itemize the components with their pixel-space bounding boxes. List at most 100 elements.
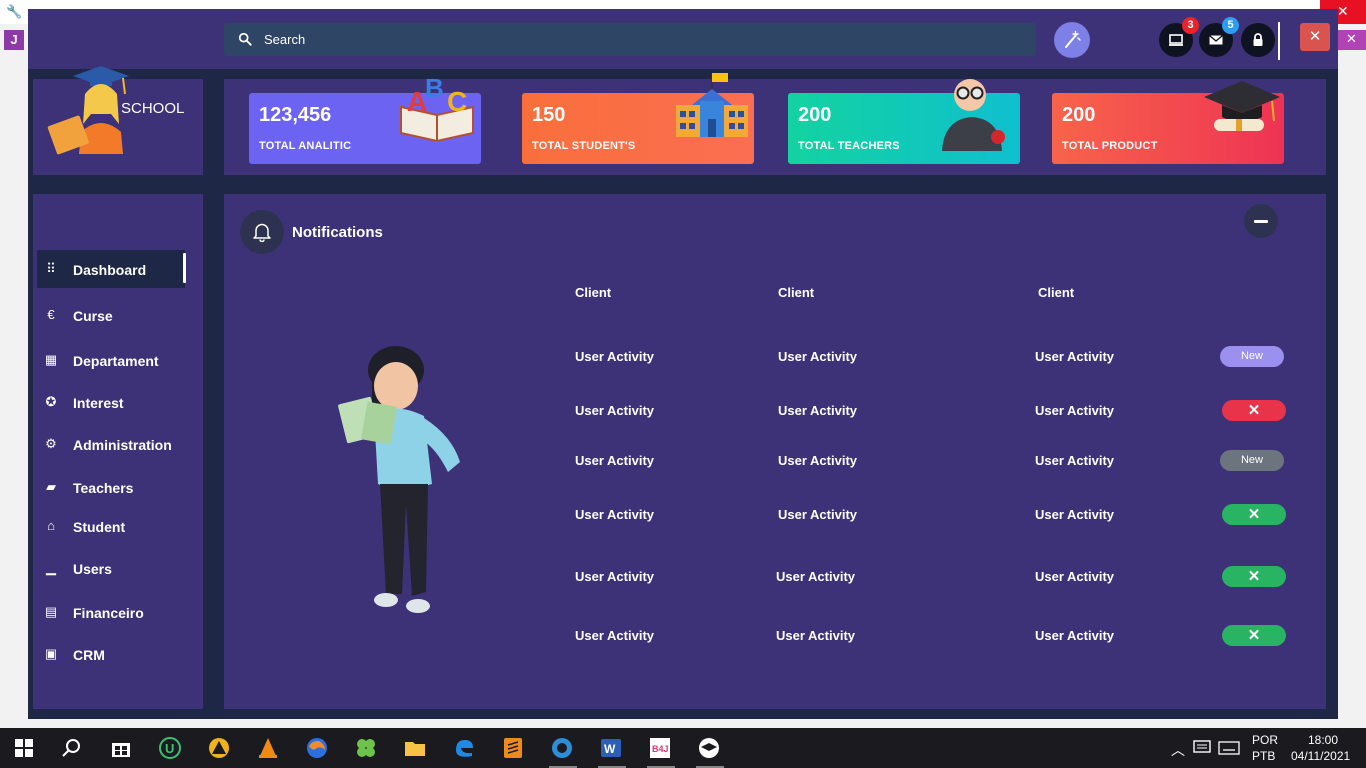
table-cell: User Activity (1035, 507, 1114, 522)
active-indicator (183, 253, 186, 283)
table-cell: User Activity (575, 628, 654, 643)
table-cell: User Activity (575, 507, 654, 522)
stat-label: TOTAL STUDENT'S (532, 140, 636, 152)
sidebar-item-departament[interactable]: ▦ Departament (37, 341, 185, 379)
keyboard-icon[interactable] (1218, 741, 1240, 755)
ultraedit-icon[interactable]: U (158, 736, 182, 760)
stat-card-students[interactable]: 150 TOTAL STUDENT'S (522, 73, 754, 164)
chevron-up-icon[interactable]: ︿ (1171, 740, 1185, 760)
stat-card-analitic[interactable]: 123,456 TOTAL ANALITIC A B C (249, 73, 481, 164)
store-icon[interactable] (109, 736, 133, 760)
search-input[interactable]: Search (224, 23, 1036, 56)
teacher-icon (942, 79, 1005, 151)
university-icon: ⌂ (47, 518, 55, 533)
stat-card-teachers[interactable]: 200 TOTAL TEACHERS (788, 79, 1020, 164)
grid-icon: ⠿ (46, 261, 56, 276)
windows-start-icon[interactable] (12, 736, 36, 760)
stat-card-product[interactable]: 200 TOTAL PRODUCT (1052, 81, 1284, 164)
abc-book-icon: A B C (400, 73, 474, 141)
edge-icon[interactable] (452, 736, 476, 760)
collapse-button[interactable] (1244, 204, 1278, 238)
signal-icon: ▁ (46, 560, 56, 575)
windows-taskbar: U W B4J ︿ POR PTB 18:00 04/11/2021 (0, 728, 1366, 768)
gears-icon: ⚙ (45, 436, 57, 451)
sidebar-item-dashboard[interactable]: ⠿ Dashboard (37, 250, 185, 288)
bell-button[interactable] (240, 210, 284, 254)
search-icon (238, 32, 252, 46)
sublime-icon[interactable] (501, 736, 525, 760)
status-badge-close-icon[interactable]: ✕ (1222, 625, 1286, 646)
sidebar-item-student[interactable]: ⌂ Student (37, 507, 185, 545)
search-placeholder: Search (264, 32, 306, 47)
background-window-right-strip (1336, 24, 1366, 724)
column-header-client: Client (1038, 285, 1075, 300)
table-cell: User Activity (1035, 628, 1114, 643)
firefox-icon[interactable] (305, 736, 329, 760)
stat-label: TOTAL ANALITIC (259, 140, 352, 152)
notifications-badge: 3 (1182, 17, 1199, 34)
stat-value: 123,456 (259, 104, 332, 126)
wrench-icon: 🔧 (6, 4, 23, 19)
sidebar-item-label: Curse (73, 308, 113, 324)
word-icon[interactable]: W (599, 736, 623, 760)
table-cell: User Activity (1035, 403, 1114, 418)
status-badge-close-icon[interactable]: ✕ (1222, 566, 1286, 587)
table-cell: User Activity (778, 403, 857, 418)
notes-icon[interactable] (1193, 740, 1211, 756)
table-cell: User Activity (575, 349, 654, 364)
sidebar-item-interest[interactable]: ✪ Interest (37, 383, 185, 421)
sidebar-item-label: CRM (73, 647, 105, 663)
svg-text:U: U (165, 741, 174, 756)
language-indicator[interactable]: POR (1252, 733, 1278, 747)
status-badge-close-icon[interactable]: ✕ (1222, 504, 1286, 525)
graduation-app-icon[interactable] (697, 736, 721, 760)
b4j-icon[interactable]: B4J (648, 736, 672, 760)
notifications-button[interactable]: 3 (1159, 17, 1199, 57)
table-cell: User Activity (778, 507, 857, 522)
stat-value: 150 (532, 104, 566, 126)
messages-badge: 5 (1222, 17, 1239, 34)
stat-label: TOTAL TEACHERS (798, 140, 900, 152)
table-cell: User Activity (776, 569, 855, 584)
briefcase-icon: ▣ (44, 646, 58, 661)
sidebar-item-label: Student (73, 519, 126, 535)
status-badge-close-icon[interactable]: ✕ (1222, 400, 1286, 421)
logo-panel: SCHOOL (33, 66, 203, 175)
sidebar-item-teachers[interactable]: ▰ Teachers (37, 468, 185, 506)
notifications-title: Notifications (292, 224, 383, 241)
wand-icon (1065, 30, 1081, 48)
lock-button[interactable] (1241, 23, 1275, 57)
clock-date[interactable]: 04/11/2021 (1291, 749, 1350, 763)
table-cell: User Activity (575, 453, 654, 468)
vlc-icon[interactable] (256, 736, 280, 760)
search-icon[interactable] (60, 736, 84, 760)
folder-icon[interactable] (403, 736, 427, 760)
status-badge-new[interactable]: New (1220, 346, 1284, 367)
header-divider (1278, 22, 1280, 60)
folder-icon: ▰ (46, 479, 56, 494)
sidebar: ⠿ Dashboard € Curse ▦ Departament ✪ Inte… (33, 194, 203, 709)
warning-app-icon[interactable] (207, 736, 231, 760)
chrome-like-icon[interactable] (550, 736, 574, 760)
sidebar-item-curse[interactable]: € Curse (37, 296, 185, 334)
notifications-panel: Notifications Client Client Client User … (224, 194, 1326, 709)
status-badge-new[interactable]: New (1220, 450, 1284, 471)
magic-wand-button[interactable] (1054, 22, 1090, 58)
stats-band: 123,456 TOTAL ANALITIC A B C 150 TOTAL S… (224, 73, 1326, 175)
close-button[interactable]: ✕ (1300, 23, 1330, 51)
school-building-icon (676, 73, 748, 137)
messages-button[interactable]: 5 (1199, 17, 1239, 57)
keyboard-layout-indicator[interactable]: PTB (1252, 749, 1275, 763)
background-close-purple-icon[interactable] (1338, 30, 1366, 50)
sidebar-item-users[interactable]: ▁ Users (37, 549, 185, 587)
clover-icon[interactable] (354, 736, 378, 760)
sidebar-item-administration[interactable]: ⚙ Administration (37, 425, 185, 463)
sidebar-item-label: Financeiro (73, 605, 144, 621)
sidebar-item-financeiro[interactable]: ▤ Financeiro (37, 593, 185, 631)
table-cell: User Activity (776, 628, 855, 643)
clock-time[interactable]: 18:00 (1308, 733, 1338, 747)
svg-text:W: W (604, 742, 616, 756)
sidebar-item-crm[interactable]: ▣ CRM (37, 635, 185, 673)
sidebar-item-label: Users (73, 561, 112, 577)
euro-icon: € (47, 307, 55, 322)
